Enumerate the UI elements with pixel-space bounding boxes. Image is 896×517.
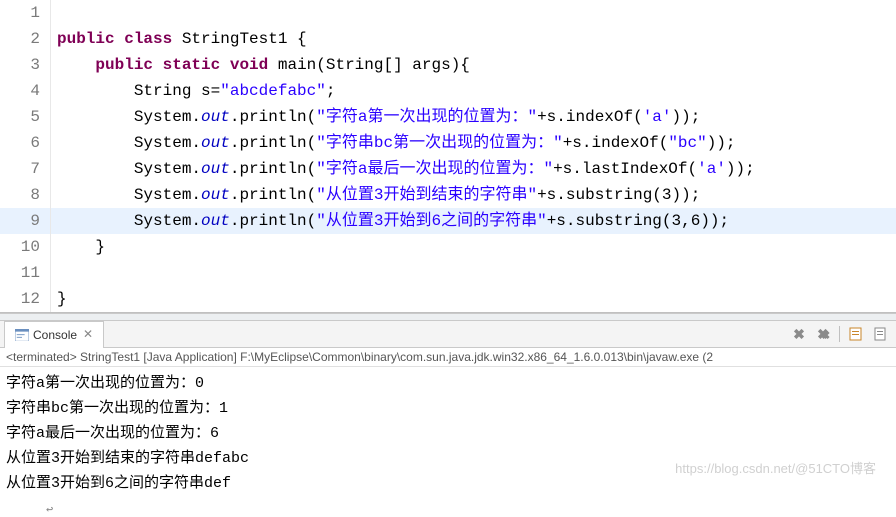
console-line: 字符a最后一次出现的位置为：6 bbox=[6, 421, 890, 446]
tab-close-icon[interactable]: ✕ bbox=[83, 327, 93, 342]
line-number: 12 bbox=[0, 286, 51, 312]
code-content[interactable]: public class StringTest1 { bbox=[51, 26, 896, 52]
toolbar-separator bbox=[839, 326, 840, 342]
panel-separator[interactable] bbox=[0, 313, 896, 321]
line-number: 6 bbox=[0, 130, 51, 156]
console-toolbar: ✖ ✖✖ bbox=[791, 326, 896, 342]
end-of-file-marker: ↩ bbox=[46, 502, 53, 517]
code-line[interactable]: 3 public static void main(String[] args)… bbox=[0, 52, 896, 78]
code-content[interactable]: String s="abcdefabc"; bbox=[51, 78, 896, 104]
line-number: 8 bbox=[0, 182, 51, 208]
code-line[interactable]: 10 } bbox=[0, 234, 896, 260]
code-content[interactable]: System.out.println("从位置3开始到6之间的字符串"+s.su… bbox=[51, 208, 896, 234]
code-line[interactable]: 6 System.out.println("字符串bc第一次出现的位置为："+s… bbox=[0, 130, 896, 156]
remove-launch-icon[interactable]: ✖ bbox=[791, 326, 807, 342]
code-line[interactable]: 8 System.out.println("从位置3开始到结束的字符串"+s.s… bbox=[0, 182, 896, 208]
code-content[interactable]: } bbox=[51, 286, 896, 312]
clear-console-icon[interactable] bbox=[848, 326, 864, 342]
terminated-status: <terminated> StringTest1 [Java Applicati… bbox=[0, 348, 896, 367]
console-output[interactable]: 字符a第一次出现的位置为：0字符串bc第一次出现的位置为：1字符a最后一次出现的… bbox=[0, 367, 896, 500]
console-line: 字符a第一次出现的位置为：0 bbox=[6, 371, 890, 396]
code-line[interactable]: 2public class StringTest1 { bbox=[0, 26, 896, 52]
code-line[interactable]: 4 String s="abcdefabc"; bbox=[0, 78, 896, 104]
code-content[interactable]: public static void main(String[] args){ bbox=[51, 52, 896, 78]
console-line: 字符串bc第一次出现的位置为：1 bbox=[6, 396, 890, 421]
console-tab-title: Console bbox=[33, 328, 77, 342]
console-header: Console ✕ ✖ ✖✖ bbox=[0, 321, 896, 348]
code-content[interactable]: System.out.println("字符串bc第一次出现的位置为："+s.i… bbox=[51, 130, 896, 156]
console-tab[interactable]: Console ✕ bbox=[4, 321, 104, 348]
code-line[interactable]: 7 System.out.println("字符a最后一次出现的位置为："+s.… bbox=[0, 156, 896, 182]
line-number: 11 bbox=[0, 260, 51, 286]
remove-all-icon[interactable]: ✖✖ bbox=[815, 326, 831, 342]
line-number: 2 bbox=[0, 26, 51, 52]
code-content[interactable]: System.out.println("字符a最后一次出现的位置为："+s.la… bbox=[51, 156, 896, 182]
line-number: 9 bbox=[0, 208, 51, 234]
line-number: 1 bbox=[0, 0, 51, 26]
line-number: 10 bbox=[0, 234, 51, 260]
line-number: 5 bbox=[0, 104, 51, 130]
code-editor[interactable]: 12public class StringTest1 {3 public sta… bbox=[0, 0, 896, 313]
code-line[interactable]: 9 System.out.println("从位置3开始到6之间的字符串"+s.… bbox=[0, 208, 896, 234]
line-number: 4 bbox=[0, 78, 51, 104]
scroll-lock-icon[interactable] bbox=[872, 326, 888, 342]
code-content[interactable]: System.out.println("从位置3开始到结束的字符串"+s.sub… bbox=[51, 182, 896, 208]
code-line[interactable]: 11 bbox=[0, 260, 896, 286]
code-line[interactable]: 5 System.out.println("字符a第一次出现的位置为："+s.i… bbox=[0, 104, 896, 130]
console-icon bbox=[15, 329, 29, 341]
code-line[interactable]: 1 bbox=[0, 0, 896, 26]
line-number: 3 bbox=[0, 52, 51, 78]
line-number: 7 bbox=[0, 156, 51, 182]
code-content[interactable]: } bbox=[51, 234, 896, 260]
watermark: https://blog.csdn.net/@51CTO博客 bbox=[675, 458, 876, 477]
code-line[interactable]: 12} bbox=[0, 286, 896, 312]
code-content[interactable]: System.out.println("字符a第一次出现的位置为："+s.ind… bbox=[51, 104, 896, 130]
